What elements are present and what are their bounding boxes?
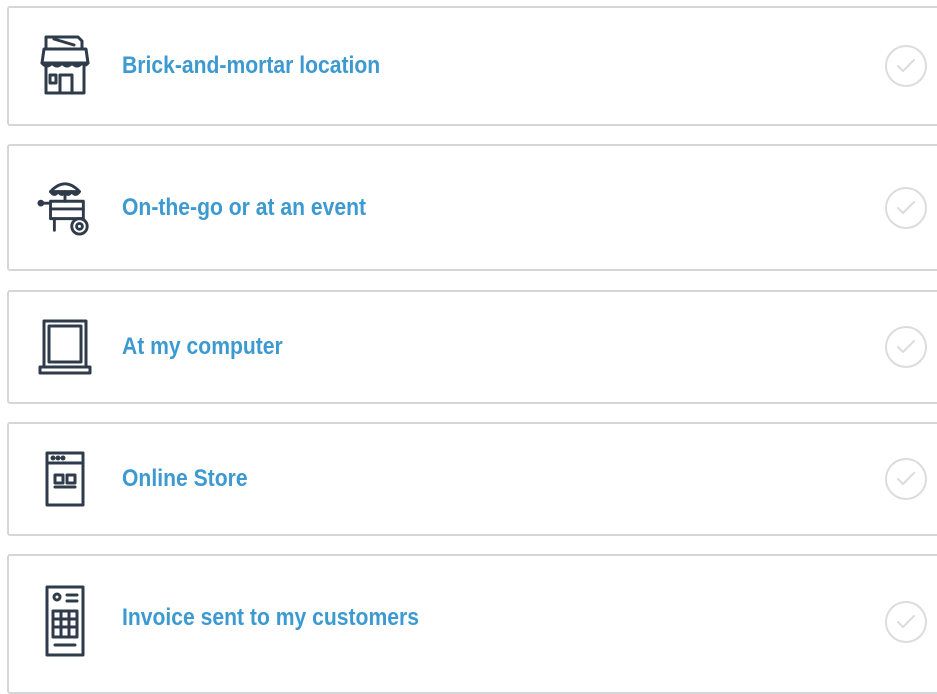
checkmark-circle-icon[interactable] — [885, 45, 927, 87]
checkmark-circle-icon[interactable] — [885, 458, 927, 500]
option-label: Invoice sent to my customers — [122, 604, 419, 631]
option-label: At my computer — [122, 333, 283, 360]
option-label: On-the-go or at an event — [122, 193, 367, 221]
option-at-my-computer[interactable]: At my computer — [7, 290, 937, 404]
invoice-document-icon — [37, 585, 93, 657]
option-invoice[interactable]: Invoice sent to my customers — [7, 554, 937, 694]
storefront-icon — [37, 34, 93, 98]
checkmark-circle-icon[interactable] — [885, 326, 927, 368]
browser-window-icon — [37, 447, 93, 511]
option-online-store[interactable]: Online Store — [7, 422, 937, 536]
laptop-icon — [37, 315, 93, 379]
option-brick-and-mortar[interactable]: Brick-and-mortar location — [7, 6, 937, 126]
option-label: Online Store — [122, 465, 248, 492]
checkmark-circle-icon[interactable] — [885, 601, 927, 643]
option-label: Brick-and-mortar location — [122, 52, 381, 79]
checkmark-circle-icon[interactable] — [885, 186, 927, 229]
food-cart-icon — [37, 176, 93, 240]
option-on-the-go[interactable]: On-the-go or at an event — [7, 144, 937, 271]
